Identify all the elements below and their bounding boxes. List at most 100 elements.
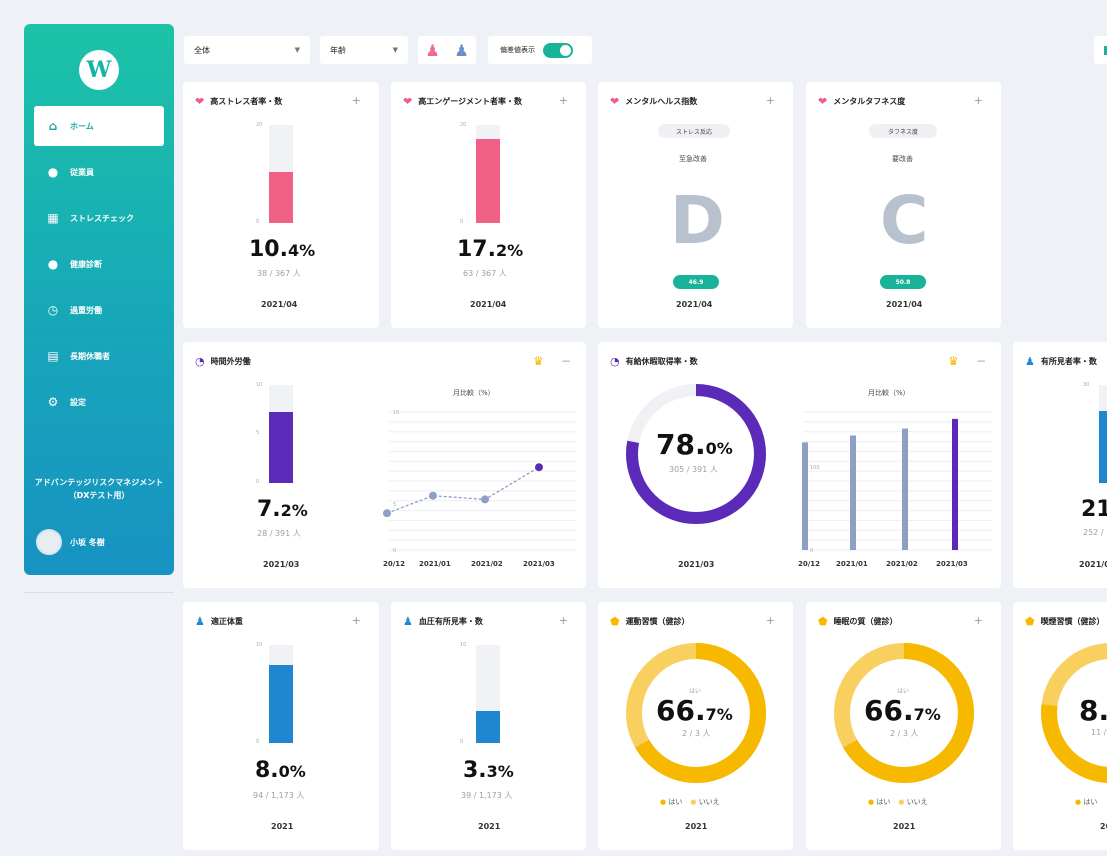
- grade-letter: C: [880, 182, 929, 259]
- user-icon: ♟: [195, 615, 205, 628]
- heart-icon: ❤: [818, 95, 828, 108]
- female-icon[interactable]: ♟: [425, 41, 439, 60]
- chart-title: 月比較（%）: [868, 389, 910, 397]
- card-title: 喫煙習慣（健診）: [1040, 617, 1105, 626]
- male-icon[interactable]: ♟: [454, 41, 468, 60]
- sidebar-item-long-leave[interactable]: ▤ 長期休職者: [34, 336, 164, 376]
- x-tick-label: 2021/01: [419, 560, 451, 568]
- card-date: 2021: [271, 822, 294, 831]
- y-tick-label: 15: [393, 410, 399, 416]
- add-icon[interactable]: +: [766, 614, 775, 627]
- x-tick-label: 2021/03: [936, 560, 968, 568]
- bar-chart: 100 0 20/12 2021/01 2021/02 2021/03: [798, 411, 992, 568]
- crown-icon[interactable]: ♛: [948, 354, 959, 368]
- card-overtime: ◔ 時間外労働 ♛ − 10 5 0 7.2% 28 / 391 人 2021/0…: [183, 342, 586, 588]
- heart-icon: ❤: [403, 95, 413, 108]
- card-weight: ♟ 適正体重 + 10 0 8.0% 94 / 1,173 人 2021: [183, 602, 379, 850]
- metric-count: 305 / 391 人: [669, 465, 718, 474]
- add-icon[interactable]: +: [352, 614, 361, 627]
- card-date: 2021/03: [263, 560, 300, 569]
- add-icon[interactable]: +: [352, 94, 361, 107]
- card-date: 2021/03: [678, 560, 715, 569]
- bar: [850, 435, 856, 550]
- metric-count: 39 / 1,173 人: [461, 791, 513, 800]
- add-icon[interactable]: +: [974, 94, 983, 107]
- sidebar-item-label: 設定: [70, 397, 86, 407]
- gauge-bar: [269, 385, 293, 483]
- card-date: 2021: [478, 822, 501, 831]
- divider: [24, 592, 174, 593]
- gauge-bar-fill: [1099, 411, 1107, 483]
- y-tick-label: 100: [810, 465, 820, 471]
- metric-value: 66.7%: [864, 694, 941, 727]
- sidebar-item-label: 健康診断: [70, 259, 102, 269]
- card-high-engagement: ❤ 高エンゲージメント者率・数 + 20 0 17.2% 63 / 367 人 2…: [391, 82, 586, 328]
- checkup-icon: ●: [47, 257, 59, 271]
- sidebar-item-stress-check[interactable]: ▦ ストレスチェック: [34, 198, 164, 238]
- line-chart: 15 5 0 20/12 2021/01 2021/02 2021/03: [383, 410, 577, 568]
- add-icon[interactable]: +: [766, 94, 775, 107]
- data-point: [383, 509, 391, 518]
- chevron-down-icon: ▼: [392, 46, 398, 54]
- heart-icon: ❤: [195, 95, 205, 108]
- chart-title: 月比較（%）: [453, 389, 495, 397]
- sidebar-item-home[interactable]: ⌂ ホーム: [34, 106, 164, 146]
- x-tick-label: 2021/02: [471, 560, 503, 568]
- gauge-bar-fill: [476, 139, 500, 223]
- sidebar-item-label: 従業員: [70, 167, 94, 177]
- crown-icon[interactable]: ♛: [533, 354, 544, 368]
- y-tick-label: 0: [810, 548, 813, 554]
- sidebar: W ⌂ ホーム ● 従業員 ▦ ストレスチェック ● 健康診断 ◷ 過重労働 ▤…: [24, 24, 174, 575]
- sidebar-item-overwork[interactable]: ◷ 過重労働: [34, 290, 164, 330]
- gear-icon: ⚙: [47, 395, 59, 409]
- gauge-bar-fill: [269, 665, 293, 743]
- card-title: メンタルタフネス度: [833, 97, 906, 106]
- sidebar-item-label: 過重労働: [70, 305, 102, 315]
- home-icon: ⌂: [48, 119, 58, 133]
- card-date: 2021/04: [886, 300, 923, 309]
- category-pill: タフネス度: [869, 124, 937, 138]
- collapse-icon[interactable]: −: [561, 354, 571, 368]
- sidebar-item-settings[interactable]: ⚙ 設定: [34, 382, 164, 422]
- data-point: [481, 495, 489, 504]
- x-tick-label: 20/12: [798, 560, 820, 568]
- add-icon[interactable]: +: [559, 94, 568, 107]
- card-findings: ♟ 有所見者率・数 30 21. 252 / 2021/03: [1013, 342, 1107, 588]
- category-pill: ストレス反応: [658, 124, 730, 138]
- clock-icon: ◔: [610, 355, 620, 368]
- metric-value: 10.4%: [249, 237, 316, 262]
- add-icon[interactable]: +: [559, 614, 568, 627]
- user-profile[interactable]: 小坂 冬樹: [36, 529, 105, 555]
- score-badge: 46.9: [673, 275, 719, 289]
- app-logo[interactable]: W: [79, 50, 119, 90]
- collapse-icon[interactable]: −: [976, 354, 986, 368]
- y-tick-label: 5: [393, 502, 396, 508]
- age-select[interactable]: 年齢 ▼: [320, 36, 408, 64]
- sidebar-item-employees[interactable]: ● 従業員: [34, 152, 164, 192]
- axis-tick: 0: [256, 479, 260, 485]
- metric-count: 2 / 3 人: [682, 729, 711, 738]
- metric-value: 8.0%: [255, 758, 306, 783]
- gauge-bar: [476, 125, 500, 223]
- sidebar-nav: ⌂ ホーム ● 従業員 ▦ ストレスチェック ● 健康診断 ◷ 過重労働 ▤ 長…: [34, 106, 164, 428]
- deviation-toggle[interactable]: [543, 42, 573, 58]
- card-title: 運動習慣（健診）: [625, 617, 690, 626]
- scope-select-value: 全体: [194, 45, 210, 55]
- card-title: 血圧有所見率・数: [418, 617, 483, 626]
- scope-select[interactable]: 全体 ▼: [184, 36, 310, 64]
- add-icon[interactable]: +: [974, 614, 983, 627]
- metric-count: 28 / 391 人: [257, 529, 301, 538]
- legend-yes: はい: [660, 797, 682, 807]
- card-title: 有給休暇取得率・数: [625, 357, 698, 366]
- axis-tick: 30: [1083, 382, 1090, 388]
- pentagon-icon: ⬟: [1025, 615, 1035, 628]
- card-date: 2021: [685, 822, 708, 831]
- sidebar-item-health-checkup[interactable]: ● 健康診断: [34, 244, 164, 284]
- axis-tick: 0: [460, 739, 464, 745]
- card-date: 2021/04: [261, 300, 298, 309]
- avatar: [36, 529, 62, 555]
- gender-filter: ♟ ♟: [418, 36, 476, 64]
- corner-button[interactable]: [1094, 36, 1107, 64]
- axis-tick: 20: [256, 122, 263, 128]
- card-title: 高ストレス者率・数: [210, 97, 283, 106]
